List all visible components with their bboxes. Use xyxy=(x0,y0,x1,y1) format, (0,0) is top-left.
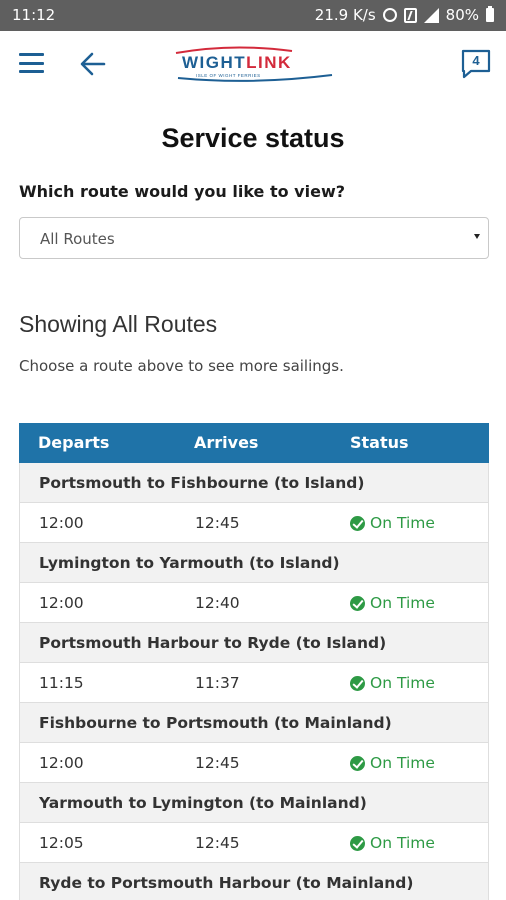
depart-time: 12:00 xyxy=(39,594,84,612)
arrive-time: 11:37 xyxy=(195,674,240,692)
system-status-bar: 11:12 21.9 K/s 80% xyxy=(0,0,506,31)
hint-text: Choose a route above to see more sailing… xyxy=(19,357,344,375)
status-cell: On Time xyxy=(350,834,435,852)
wightlink-logo[interactable]: WIGHTLINK ISLE OF WIGHT FERRIES xyxy=(172,45,334,85)
status-cell: On Time xyxy=(350,594,435,612)
route-name: Fishbourne to Portsmouth (to Mainland) xyxy=(39,714,392,732)
table-row: 12:05 12:45 On Time xyxy=(19,823,489,863)
column-status: Status xyxy=(350,433,409,452)
check-circle-icon xyxy=(350,595,365,611)
back-arrow-icon[interactable] xyxy=(78,49,108,79)
status-text: On Time xyxy=(370,834,435,852)
message-count-badge: 4 xyxy=(472,53,480,68)
clock: 11:12 xyxy=(12,6,56,24)
check-circle-icon xyxy=(350,515,365,531)
battery-icon xyxy=(486,6,494,22)
route-select[interactable]: All Routes xyxy=(19,217,489,259)
check-circle-icon xyxy=(350,675,365,691)
route-select-label: Which route would you like to view? xyxy=(19,182,346,201)
arrive-time: 12:45 xyxy=(195,754,240,772)
arrive-time: 12:45 xyxy=(195,514,240,532)
table-header: Departs Arrives Status xyxy=(19,423,489,463)
route-row: Lymington to Yarmouth (to Island) xyxy=(19,543,489,583)
route-select-value: All Routes xyxy=(40,230,115,248)
depart-time: 12:00 xyxy=(39,514,84,532)
logo-wordmark: WIGHTLINK xyxy=(182,53,292,72)
status-text: On Time xyxy=(370,594,435,612)
signal-icon xyxy=(423,7,439,23)
column-departs: Departs xyxy=(38,433,110,452)
alarm-icon xyxy=(382,8,397,22)
arrive-time: 12:40 xyxy=(195,594,240,612)
route-name: Portsmouth Harbour to Ryde (to Island) xyxy=(39,634,387,652)
table-row: 12:00 12:45 On Time xyxy=(19,743,489,783)
route-name: Lymington to Yarmouth (to Island) xyxy=(39,554,340,572)
app-header: WIGHTLINK ISLE OF WIGHT FERRIES 4 xyxy=(0,31,506,97)
route-row: Fishbourne to Portsmouth (to Mainland) xyxy=(19,703,489,743)
route-row: Ryde to Portsmouth Harbour (to Mainland) xyxy=(19,863,489,900)
showing-heading: Showing All Routes xyxy=(19,311,218,337)
route-row: Portsmouth to Fishbourne (to Island) xyxy=(19,463,489,503)
route-row: Yarmouth to Lymington (to Mainland) xyxy=(19,783,489,823)
status-icons: 21.9 K/s 80% xyxy=(315,6,494,24)
status-cell: On Time xyxy=(350,514,435,532)
column-arrives: Arrives xyxy=(194,433,259,452)
table-row: 12:00 12:40 On Time xyxy=(19,583,489,623)
status-text: On Time xyxy=(370,754,435,772)
arrive-time: 12:45 xyxy=(195,834,240,852)
hamburger-menu-icon[interactable] xyxy=(19,53,44,73)
status-cell: On Time xyxy=(350,754,435,772)
route-row: Portsmouth Harbour to Ryde (to Island) xyxy=(19,623,489,663)
dropdown-arrow-icon xyxy=(474,234,480,239)
depart-time: 12:05 xyxy=(39,834,84,852)
page-title: Service status xyxy=(161,123,345,153)
check-circle-icon xyxy=(350,835,365,851)
depart-time: 11:15 xyxy=(39,674,84,692)
table-row: 12:00 12:45 On Time xyxy=(19,503,489,543)
nfc-icon xyxy=(403,7,417,23)
status-cell: On Time xyxy=(350,674,435,692)
battery-percent: 80% xyxy=(445,6,479,24)
route-name: Ryde to Portsmouth Harbour (to Mainland) xyxy=(39,874,414,892)
status-text: On Time xyxy=(370,514,435,532)
sailings-table: Departs Arrives Status Portsmouth to Fis… xyxy=(19,423,489,900)
depart-time: 12:00 xyxy=(39,754,84,772)
check-circle-icon xyxy=(350,755,365,771)
route-name: Yarmouth to Lymington (to Mainland) xyxy=(39,794,367,812)
network-speed: 21.9 K/s xyxy=(314,6,376,24)
status-text: On Time xyxy=(370,674,435,692)
table-row: 11:15 11:37 On Time xyxy=(19,663,489,703)
logo-tagline: ISLE OF WIGHT FERRIES xyxy=(196,73,261,78)
route-name: Portsmouth to Fishbourne (to Island) xyxy=(39,474,365,492)
